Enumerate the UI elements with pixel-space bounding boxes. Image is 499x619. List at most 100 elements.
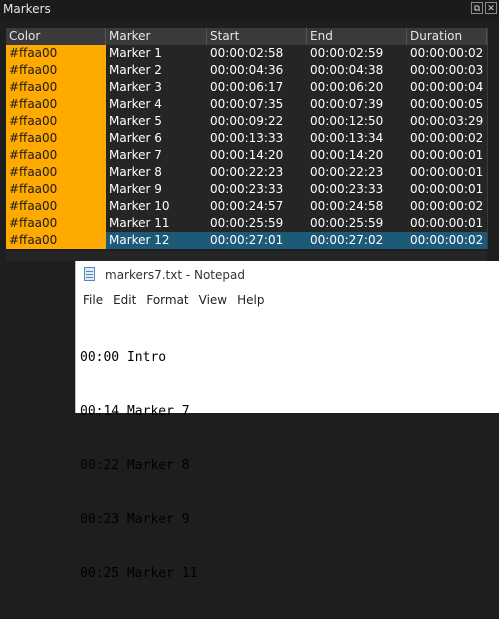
table-row[interactable]: #ffaa00 Marker 9 00:00:23:33 00:00:23:33… [6, 181, 487, 198]
duration-cell: 00:00:00:04 [407, 79, 487, 96]
duration-cell: 00:00:00:03 [407, 62, 487, 79]
column-header-start[interactable]: Start [207, 28, 307, 45]
notepad-menubar: File Edit Format View Help [76, 293, 267, 311]
start-cell: 00:00:06:17 [207, 79, 307, 96]
menu-format[interactable]: Format [139, 293, 188, 311]
end-cell: 00:00:07:39 [307, 96, 407, 113]
float-icon[interactable]: ⧉ [471, 2, 483, 14]
marker-cell: Marker 1 [106, 45, 207, 62]
panel-title: Markers [3, 2, 51, 16]
start-cell: 00:00:14:20 [207, 147, 307, 164]
end-cell: 00:00:24:58 [307, 198, 407, 215]
end-cell: 00:00:13:34 [307, 130, 407, 147]
color-cell: #ffaa00 [6, 198, 106, 215]
duration-cell: 00:00:00:01 [407, 181, 487, 198]
column-header-color[interactable]: Color [6, 28, 106, 45]
notepad-title: markers7.txt - Notepad [105, 268, 245, 282]
end-cell: 00:00:06:20 [307, 79, 407, 96]
color-cell: #ffaa00 [6, 215, 106, 232]
table-row[interactable]: #ffaa00 Marker 8 00:00:22:23 00:00:22:23… [6, 164, 487, 181]
marker-cell: Marker 9 [106, 181, 207, 198]
start-cell: 00:00:07:35 [207, 96, 307, 113]
table-row[interactable]: #ffaa00 Marker 7 00:00:14:20 00:00:14:20… [6, 147, 487, 164]
notepad-text-area[interactable]: 00:00 Intro 00:14 Marker 7 00:22 Marker … [80, 313, 197, 619]
table-row[interactable]: #ffaa00 Marker 2 00:00:04:36 00:00:04:38… [6, 62, 487, 79]
duration-cell: 00:00:00:05 [407, 96, 487, 113]
table-empty-area [6, 251, 487, 261]
menu-help[interactable]: Help [230, 293, 264, 311]
end-cell: 00:00:04:38 [307, 62, 407, 79]
duration-cell: 00:00:03:29 [407, 113, 487, 130]
markers-panel-titlebar: Markers ⧉ ✕ [0, 0, 499, 20]
text-line: 00:23 Marker 9 [80, 512, 190, 527]
notepad-titlebar[interactable]: markers7.txt - Notepad [76, 261, 499, 287]
color-cell: #ffaa00 [6, 96, 106, 113]
menu-file[interactable]: File [76, 293, 103, 311]
end-cell: 00:00:14:20 [307, 147, 407, 164]
table-row[interactable]: #ffaa00 Marker 3 00:00:06:17 00:00:06:20… [6, 79, 487, 96]
text-line: 00:14 Marker 7 [80, 404, 190, 419]
duration-cell: 00:00:00:02 [407, 198, 487, 215]
start-cell: 00:00:09:22 [207, 113, 307, 130]
marker-cell: Marker 7 [106, 147, 207, 164]
column-header-marker[interactable]: Marker [106, 28, 207, 45]
end-cell: 00:00:12:50 [307, 113, 407, 130]
table-row-selected[interactable]: #ffaa00 Marker 12 00:00:27:01 00:00:27:0… [6, 232, 487, 249]
text-line: 00:00 Intro [80, 350, 167, 365]
start-cell: 00:00:27:01 [207, 232, 307, 249]
start-cell: 00:00:25:59 [207, 215, 307, 232]
table-header: Color Marker Start End Duration [6, 28, 487, 45]
text-line: 00:25 Marker 11 [80, 566, 198, 581]
text-line: 00:22 Marker 8 [80, 458, 190, 473]
end-cell: 00:00:02:59 [307, 45, 407, 62]
end-cell: 00:00:23:33 [307, 181, 407, 198]
start-cell: 00:00:23:33 [207, 181, 307, 198]
table-row[interactable]: #ffaa00 Marker 5 00:00:09:22 00:00:12:50… [6, 113, 487, 130]
color-cell: #ffaa00 [6, 113, 106, 130]
color-cell: #ffaa00 [6, 79, 106, 96]
marker-cell: Marker 5 [106, 113, 207, 130]
color-cell: #ffaa00 [6, 62, 106, 79]
start-cell: 00:00:24:57 [207, 198, 307, 215]
marker-cell: Marker 3 [106, 79, 207, 96]
markers-table: Color Marker Start End Duration #ffaa00 … [6, 28, 488, 249]
marker-cell: Marker 4 [106, 96, 207, 113]
marker-cell: Marker 10 [106, 198, 207, 215]
color-cell: #ffaa00 [6, 181, 106, 198]
table-row[interactable]: #ffaa00 Marker 1 00:00:02:58 00:00:02:59… [6, 45, 487, 62]
duration-cell: 00:00:00:02 [407, 232, 487, 249]
column-header-duration[interactable]: Duration [407, 28, 487, 45]
table-row[interactable]: #ffaa00 Marker 11 00:00:25:59 00:00:25:5… [6, 215, 487, 232]
marker-cell: Marker 11 [106, 215, 207, 232]
start-cell: 00:00:04:36 [207, 62, 307, 79]
notepad-window: markers7.txt - Notepad File Edit Format … [75, 261, 499, 581]
menu-view[interactable]: View [192, 293, 227, 311]
end-cell: 00:00:27:02 [307, 232, 407, 249]
duration-cell: 00:00:00:02 [407, 45, 487, 62]
start-cell: 00:00:13:33 [207, 130, 307, 147]
marker-cell: Marker 8 [106, 164, 207, 181]
duration-cell: 00:00:00:01 [407, 147, 487, 164]
column-header-end[interactable]: End [307, 28, 407, 45]
table-row[interactable]: #ffaa00 Marker 10 00:00:24:57 00:00:24:5… [6, 198, 487, 215]
start-cell: 00:00:22:23 [207, 164, 307, 181]
duration-cell: 00:00:00:02 [407, 130, 487, 147]
duration-cell: 00:00:00:01 [407, 215, 487, 232]
marker-cell: Marker 2 [106, 62, 207, 79]
duration-cell: 00:00:00:01 [407, 164, 487, 181]
color-cell: #ffaa00 [6, 164, 106, 181]
marker-cell: Marker 12 [106, 232, 207, 249]
color-cell: #ffaa00 [6, 45, 106, 62]
table-row[interactable]: #ffaa00 Marker 4 00:00:07:35 00:00:07:39… [6, 96, 487, 113]
close-icon[interactable]: ✕ [485, 2, 497, 14]
menu-edit[interactable]: Edit [106, 293, 136, 311]
color-cell: #ffaa00 [6, 130, 106, 147]
start-cell: 00:00:02:58 [207, 45, 307, 62]
end-cell: 00:00:25:59 [307, 215, 407, 232]
notepad-icon [84, 267, 95, 281]
end-cell: 00:00:22:23 [307, 164, 407, 181]
color-cell: #ffaa00 [6, 147, 106, 164]
table-row[interactable]: #ffaa00 Marker 6 00:00:13:33 00:00:13:34… [6, 130, 487, 147]
color-cell: #ffaa00 [6, 232, 106, 249]
marker-cell: Marker 6 [106, 130, 207, 147]
